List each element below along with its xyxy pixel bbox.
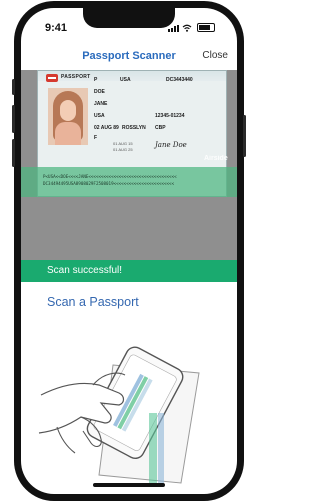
volume-down-button — [12, 139, 15, 167]
field-personal-number: 12345-01234 — [155, 113, 185, 119]
navigation-bar: Passport Scanner Close — [21, 44, 237, 68]
field-place-of-birth: ROSSLYN — [122, 125, 146, 131]
passport-photo — [48, 88, 88, 145]
status-icons — [168, 23, 215, 32]
field-type: P — [94, 77, 98, 83]
scan-success-text: Scan successful! — [47, 265, 123, 276]
scan-instruction-title: Scan a Passport — [47, 295, 139, 309]
wifi-icon — [182, 24, 192, 32]
field-surname: DOE — [94, 89, 105, 95]
passport-logo-icon — [46, 74, 58, 82]
field-passport-number: DC3443440 — [166, 77, 193, 83]
camera-preview: PASSPORT P USA DC3443440 DOE JANE USA 12… — [21, 70, 237, 260]
airside-watermark: Airside — [204, 155, 228, 162]
passport-signature: Jane Doe — [155, 141, 187, 149]
field-authority: CBP — [155, 125, 166, 131]
phone-screen: 9:41 Passport Scanner Close PASSPORT P U… — [21, 8, 237, 494]
signal-icon — [168, 25, 179, 32]
phone-frame: 9:41 Passport Scanner Close PASSPORT P U… — [12, 1, 246, 501]
field-date-of-expiry: 01 AUG 25 — [113, 147, 133, 152]
camera-notch — [83, 8, 175, 28]
volume-up-button — [12, 105, 15, 133]
hand-scanning-passport-illustration — [38, 346, 200, 484]
scan-success-banner: Scan successful! — [21, 260, 237, 282]
status-time: 9:41 — [45, 22, 68, 34]
field-sex: F — [94, 135, 98, 141]
close-button[interactable]: Close — [202, 50, 228, 61]
power-button — [243, 115, 246, 157]
battery-icon — [197, 23, 215, 32]
mrz-line-2: DC34494495USA8908029F2508019<<<<<<<<<<<<… — [43, 181, 175, 186]
field-date-of-birth: 02 AUG 89 — [94, 125, 119, 131]
field-country: USA — [120, 77, 131, 83]
field-given-names: JANE — [94, 101, 108, 107]
mute-switch — [12, 79, 15, 95]
passport-header-label: PASSPORT — [61, 74, 91, 80]
mrz-line-1: P<USA<<DOE<<<<JANE<<<<<<<<<<<<<<<<<<<<<<… — [43, 174, 177, 179]
home-indicator — [93, 483, 165, 487]
field-nationality: USA — [94, 113, 105, 119]
